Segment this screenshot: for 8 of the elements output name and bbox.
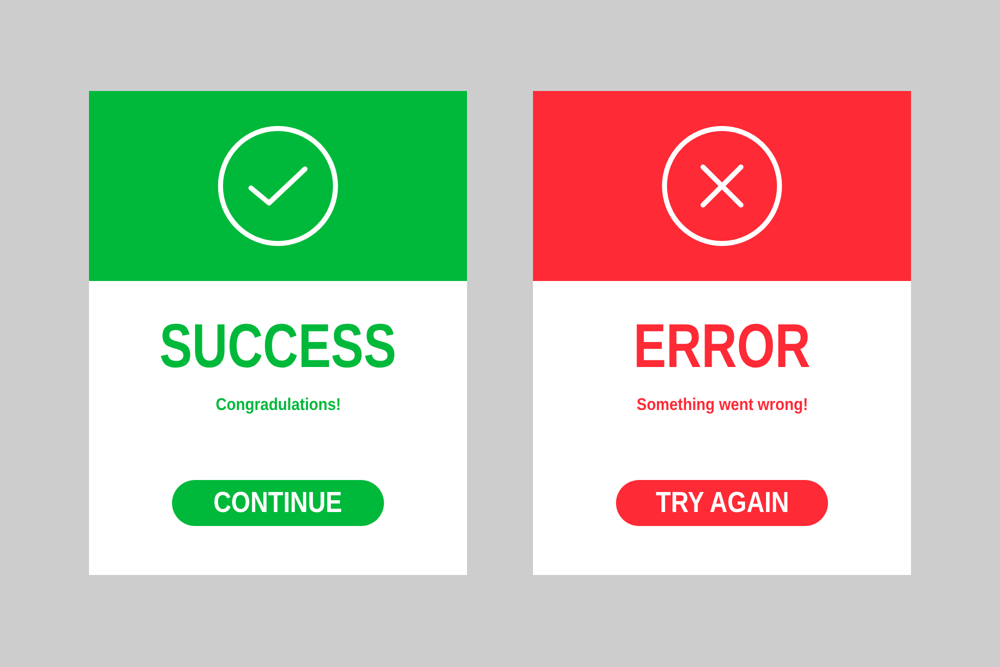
action-button[interactable]: CONTINUE (172, 480, 384, 526)
action-button[interactable]: TRY AGAIN (616, 480, 828, 526)
title-text: SUCCESS (160, 316, 396, 378)
check-circle-icon (217, 125, 339, 247)
title-text: ERROR (634, 316, 810, 378)
message-text: Something went wrong! (636, 395, 808, 415)
message-text: Congradulations! (215, 395, 341, 415)
cross-circle-icon (661, 125, 783, 247)
